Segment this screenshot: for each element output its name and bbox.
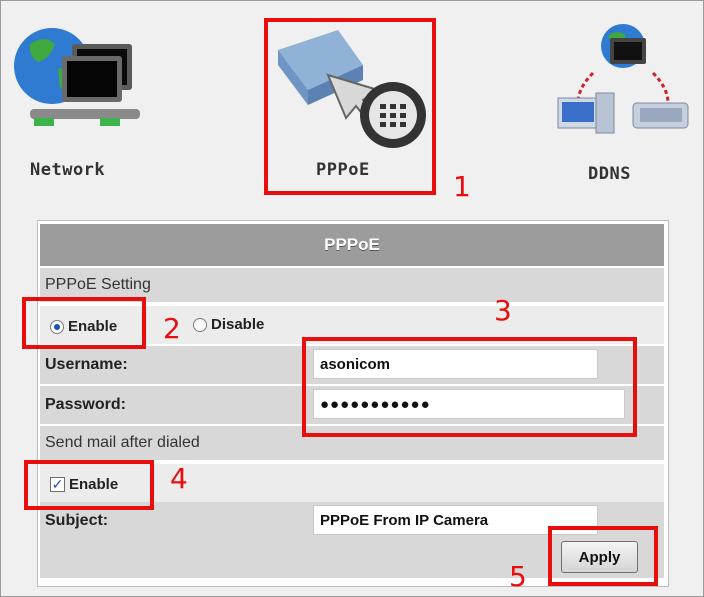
annotation-box-5 <box>548 526 658 586</box>
annotation-number-5: 5 <box>509 560 527 593</box>
annotation-number-4: 4 <box>170 462 188 495</box>
annotation-number-2: 2 <box>163 312 181 345</box>
username-label: Username: <box>45 356 128 373</box>
annotation-box-2 <box>22 297 146 349</box>
network-tab[interactable]: Network <box>10 14 160 184</box>
disable-radio[interactable] <box>193 317 207 332</box>
network-icon <box>14 28 140 126</box>
annotation-number-1: 1 <box>453 170 471 203</box>
subject-label: Subject: <box>45 512 109 529</box>
annotation-box-1 <box>264 18 436 195</box>
password-label: Password: <box>45 396 126 413</box>
annotation-box-3 <box>302 337 637 437</box>
network-label: Network <box>30 160 106 180</box>
ddns-label: DDNS <box>588 164 631 184</box>
pppoe-disable-option[interactable]: Disable <box>193 316 264 334</box>
annotation-box-4 <box>24 460 154 510</box>
form-title: PPPoE <box>40 224 664 266</box>
disable-label: Disable <box>211 316 265 334</box>
annotation-number-3: 3 <box>494 294 512 327</box>
ddns-tab[interactable]: DDNS <box>548 18 698 188</box>
ddns-icon <box>557 24 689 134</box>
